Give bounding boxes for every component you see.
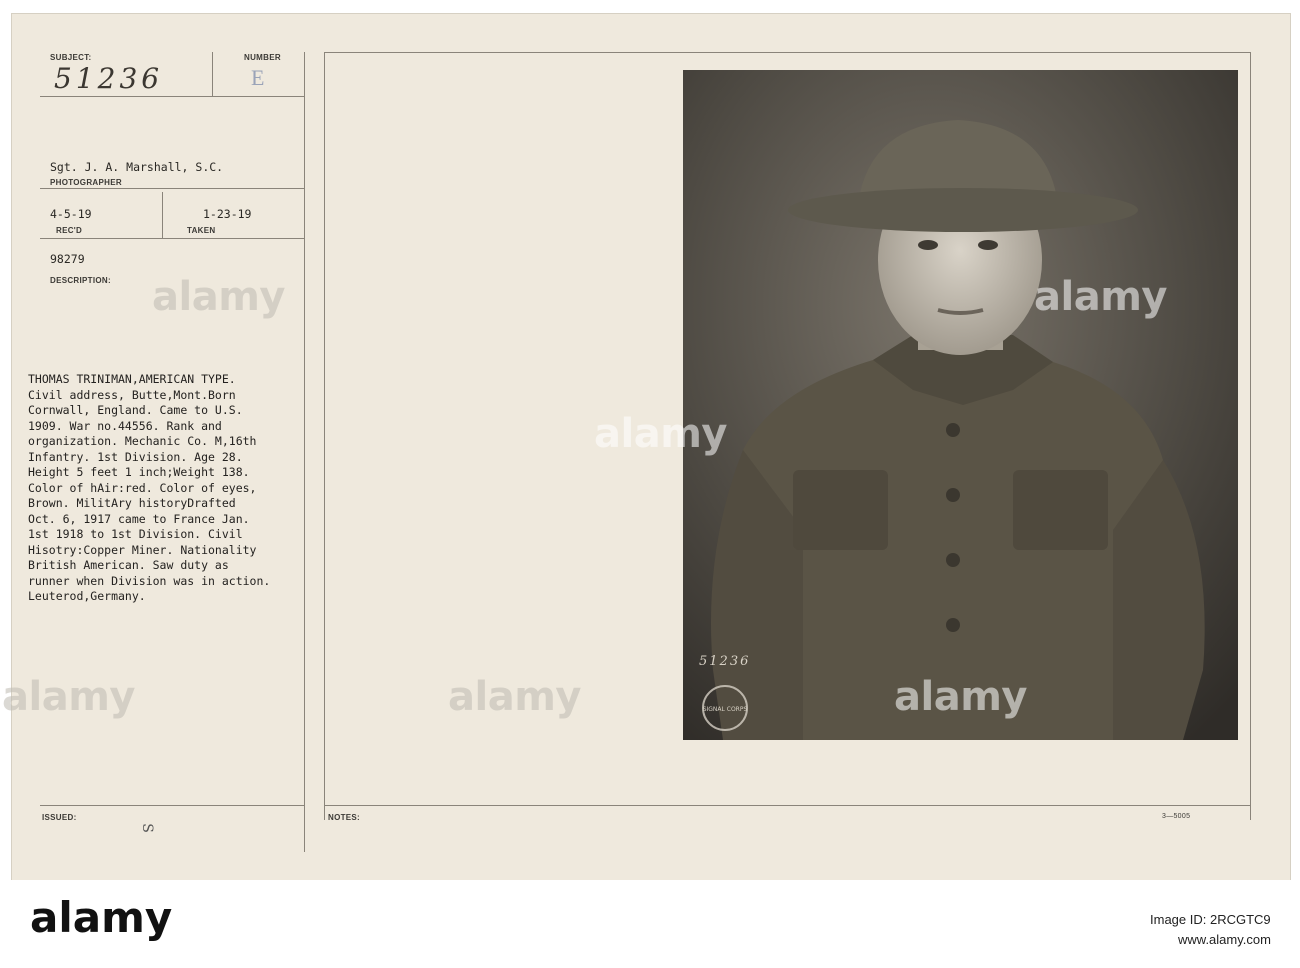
- button: [946, 618, 960, 632]
- description-line: Cornwall, England. Came to U.S.: [28, 403, 243, 417]
- description-label: DESCRIPTION:: [50, 276, 111, 285]
- file-number: 98279: [50, 252, 85, 266]
- taken-date: 1-23-19: [203, 207, 252, 221]
- description-line: British American. Saw duty as: [28, 558, 229, 572]
- dates-divider: [162, 192, 163, 238]
- subject-number: 51236: [54, 62, 164, 95]
- description-line: Leuterod,Germany.: [28, 589, 146, 603]
- description-line: 1909. War no.44556. Rank and: [28, 418, 222, 433]
- subject-label: SUBJECT:: [50, 53, 92, 62]
- soldier-illustration: 51236 SIGNAL CORPS: [683, 70, 1238, 740]
- issued-label: ISSUED:: [42, 813, 77, 822]
- right-eye: [978, 240, 998, 250]
- photographer-name: Sgt. J. A. Marshall, S.C.: [50, 160, 224, 174]
- left-chest-pocket: [793, 470, 888, 550]
- watermark: alamy: [448, 674, 581, 720]
- description-line: Color of hAir:red. Color of eyes,: [28, 480, 257, 495]
- photographer-label: PHOTOGRAPHER: [50, 178, 122, 187]
- watermark: alamy: [2, 674, 135, 720]
- subject-underline: [40, 96, 304, 97]
- soldier-portrait-photo: 51236 SIGNAL CORPS: [683, 70, 1238, 740]
- description-line: Civil address, Butte,Mont.Born: [28, 387, 236, 402]
- image-id: Image ID: 2RCGTC9: [1150, 912, 1271, 927]
- taken-label: TAKEN: [187, 226, 216, 235]
- helmet-brim: [788, 188, 1138, 232]
- subject-number-divider: [212, 52, 213, 96]
- alamy-logo: alamy: [30, 893, 173, 942]
- description-line: Height 5 feet 1 inch;Weight 138.: [28, 465, 250, 479]
- description-line: runner when Division was in action.: [28, 573, 271, 588]
- notes-label: NOTES:: [328, 813, 361, 822]
- watermark: alamy: [1034, 274, 1167, 320]
- number-label: NUMBER: [244, 53, 281, 62]
- left-eye: [918, 240, 938, 250]
- button: [946, 553, 960, 567]
- photo-area-top-border: [324, 52, 1250, 53]
- description-line: organization. Mechanic Co. M,16th: [28, 434, 257, 448]
- issued-mark: S: [138, 823, 155, 833]
- watermark: alamy: [894, 674, 1027, 720]
- number-value: E: [251, 65, 265, 90]
- description-line: Brown. MilitAry historyDrafted: [28, 496, 236, 510]
- dates-underline: [40, 238, 304, 239]
- description-line: Hisotry:Copper Miner. Nationality: [28, 542, 257, 557]
- photo-area-right-border: [1250, 52, 1251, 820]
- description-line: THOMAS TRINIMAN,AMERICAN TYPE.: [28, 372, 236, 386]
- signal-corps-stamp-text: SIGNAL CORPS: [703, 706, 748, 713]
- watermark: alamy: [594, 411, 727, 457]
- button: [946, 423, 960, 437]
- archive-photo-card: SUBJECT: 51236 NUMBER E Sgt. J. A. Marsh…: [2, 14, 1290, 880]
- description-text: THOMAS TRINIMAN,AMERICAN TYPE. Civil add…: [28, 372, 358, 605]
- description-line: 1st 1918 to 1st Division. Civil: [28, 527, 243, 541]
- description-line: Infantry. 1st Division. Age 28.: [28, 449, 243, 464]
- button: [946, 488, 960, 502]
- received-label: REC'D: [56, 226, 83, 235]
- form-number: 3—5005: [1162, 813, 1191, 820]
- footer-banner: [0, 880, 1300, 968]
- photo-area-bottom-border: [324, 805, 1250, 806]
- description-line: Oct. 6, 1917 came to France Jan.: [28, 511, 250, 526]
- right-chest-pocket: [1013, 470, 1108, 550]
- issued-line: [40, 805, 304, 806]
- site-url: www.alamy.com: [1178, 932, 1271, 947]
- watermark: alamy: [152, 274, 285, 320]
- photographer-underline: [40, 188, 304, 189]
- photo-inscription: 51236: [699, 654, 750, 669]
- received-date: 4-5-19: [50, 207, 92, 221]
